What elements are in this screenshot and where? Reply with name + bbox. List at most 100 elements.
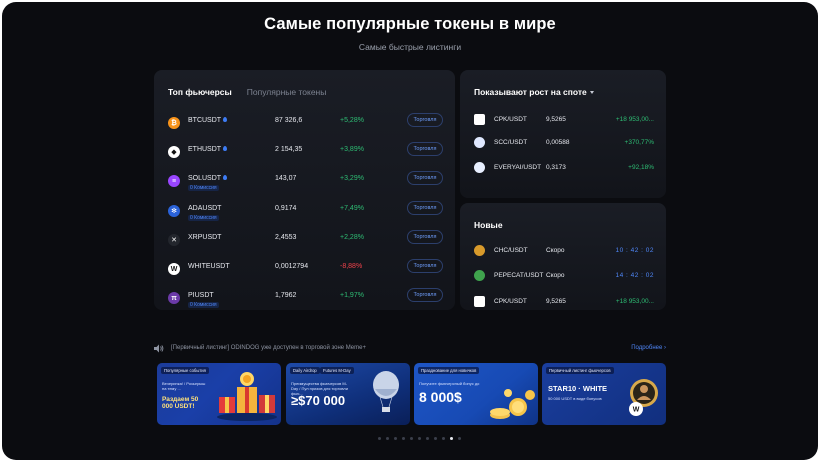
futures-price: 0,9174 [275,204,297,212]
futures-change: -8,88% [340,263,363,270]
spot-change: +18 953,00... [615,116,654,123]
spot-symbol: SCC/USDT [494,139,528,146]
banner-caption: Получите фьючерсный бонус до [419,381,480,386]
trade-button[interactable]: Торговля [407,259,443,273]
banner-headline: ≥$70 000 [291,393,346,408]
futures-symbol: ADAUSDT [188,205,221,212]
new-listing-symbol: PEPECAT/USDT [494,272,544,279]
spot-price: 0,00588 [546,139,570,146]
promo-banner-3[interactable]: Празднование для новичков Получите фьюче… [414,363,538,425]
futures-change: +3,89% [340,146,364,154]
new-listing-row[interactable]: CPK/USDT 9,5265 +18 953,00... [474,296,654,310]
token-logo-illustration: W [629,379,658,416]
futures-row[interactable]: ≡ SOLUSDT 0 Комиссия 143,07 +3,29% Торговля [168,171,443,194]
futures-row[interactable]: ◆ ETHUSDT 2 154,35 +3,89% Торговля [168,142,443,165]
page-subtitle: Самые быстрые листинги [358,42,462,52]
banner-tag: Популярные события [161,367,209,374]
futures-price: 2,4553 [275,233,297,241]
futures-price: 143,07 [275,175,297,183]
ethereum-icon: ◆ [168,146,180,159]
spot-growth-title: Показывают рост на споте [474,87,587,97]
futures-symbol: ETHUSDT [188,146,228,153]
more-link[interactable]: Подробнее › [631,345,666,351]
spot-growth-panel: Показывают рост на споте CPK/USDT 9,5265 +… [460,70,666,198]
spot-price: 0,3173 [546,164,566,171]
flame-icon [223,117,228,122]
carousel-dot[interactable] [442,437,445,440]
futures-panel: Топ фьючерсы Популярные токены ₿ BTCUSDT 8… [154,70,455,310]
new-listing-price: Скоро [546,247,565,254]
futures-symbol: SOLUSDT [188,175,228,182]
tab-popular-tokens[interactable]: Популярные токены [247,87,327,97]
carousel-dot[interactable] [450,437,453,440]
carousel-dot[interactable] [402,437,405,440]
trade-button[interactable]: Торговля [407,229,443,244]
futures-row[interactable]: π PIUSDT 0 Комиссия 1,7962 +1,97% Торговля [168,288,443,311]
bitcoin-icon: ₿ [168,117,180,129]
futures-change: +1,97% [340,292,364,300]
spot-change: +370,77% [624,139,654,146]
banner-headline: 8 000$ [419,389,462,405]
futures-price: 2 154,35 [275,146,303,154]
pepecat-icon [474,270,485,281]
banner-headline: Раздаем 50 000 USDT! [162,396,199,410]
trade-button[interactable]: Торговля [407,200,443,215]
carousel-dot[interactable] [434,437,437,440]
svg-text:W: W [633,407,640,414]
futures-row[interactable]: ✕ XRPUSDT 2,4553 +2,28% Торговля [168,229,443,253]
futures-price: 0,0012794 [275,263,309,270]
spot-growth-row[interactable]: EVERYAI/USDT 0,3173 +92,18% [474,162,654,176]
zero-fee-badge: 0 Комиссия [188,185,219,192]
futures-row[interactable]: W WHITEUSDT 0,0012794 -8,88% Торговля [168,259,443,282]
spot-growth-dropdown[interactable]: Показывают рост на споте [474,87,594,97]
futures-symbol-text: BTCUSDT [188,117,222,124]
banner-tag: Празднование для новичков [418,367,480,374]
futures-symbol-text: XRPUSDT [188,233,222,241]
carousel-dot[interactable] [378,437,381,440]
new-listing-change: +18 953,00... [615,298,654,305]
spot-price: 9,5265 [546,116,566,123]
banner-caption: 50 000 USDT в виде бонусов [548,396,602,401]
futures-symbol-text: WHITEUSDT [188,263,230,270]
spot-growth-row[interactable]: SCC/USDT 0,00588 +370,77% [474,137,654,151]
carousel-dot[interactable] [410,437,413,440]
carousel-dot[interactable] [386,437,389,440]
carousel-pagination [378,437,461,440]
flame-icon [223,175,228,181]
new-listing-row[interactable]: CHC/USDT Скоро 10 : 42 : 02 [474,245,654,259]
trade-button[interactable]: Торговля [407,142,443,157]
trade-button[interactable]: Торговля [407,113,443,127]
chc-icon [474,245,485,256]
promo-banner-2[interactable]: Daily Airdrop Futures M-Day Преимущества… [286,363,410,425]
banner-headline: STAR10 · WHITE [548,384,608,393]
promo-banner-4[interactable]: Первичный листинг фьючерсов STAR10 · WHI… [542,363,666,425]
solana-icon: ≡ [168,175,180,188]
carousel-dot[interactable] [426,437,429,440]
trade-button[interactable]: Торговля [407,171,443,186]
futures-row[interactable]: ₿ BTCUSDT 87 326,6 +5,28% Торговля [168,113,443,136]
futures-price: 1,7962 [275,292,297,300]
spot-symbol: EVERYAI/USDT [494,164,542,171]
banner-tag: Первичный листинг фьючерсов [546,367,614,374]
carousel-dot[interactable] [458,437,461,440]
tab-top-futures[interactable]: Топ фьючерсы [168,87,232,97]
trade-button[interactable]: Торговля [407,288,443,303]
futures-price: 87 326,6 [275,117,303,124]
cpk-icon [474,296,485,307]
carousel-dot[interactable] [394,437,397,440]
countdown-timer: 10 : 42 : 02 [615,247,654,254]
promo-banner-1[interactable]: Популярные события Вечеринка! / Розыгрыш… [157,363,281,425]
new-listing-row[interactable]: PEPECAT/USDT Скоро 14 : 42 : 02 [474,270,654,284]
futures-symbol: BTCUSDT [188,117,228,124]
spot-growth-row[interactable]: CPK/USDT 9,5265 +18 953,00... [474,114,654,128]
new-listings-title: Новые [474,220,503,230]
pi-network-icon: π [168,292,180,305]
coins-illustration [490,389,535,419]
futures-row[interactable]: ✻ ADAUSDT 0 Комиссия 0,9174 +7,49% Торговля [168,200,443,224]
carousel-dot[interactable] [418,437,421,440]
banner-tag: Daily Airdrop [290,367,320,374]
announcement-text[interactable]: [Первичный листинг] ODINDOG уже доступен… [171,345,366,351]
countdown-timer: 14 : 42 : 02 [615,272,654,279]
futures-change: +5,28% [340,117,364,124]
more-link-label: Подробнее [631,345,663,351]
